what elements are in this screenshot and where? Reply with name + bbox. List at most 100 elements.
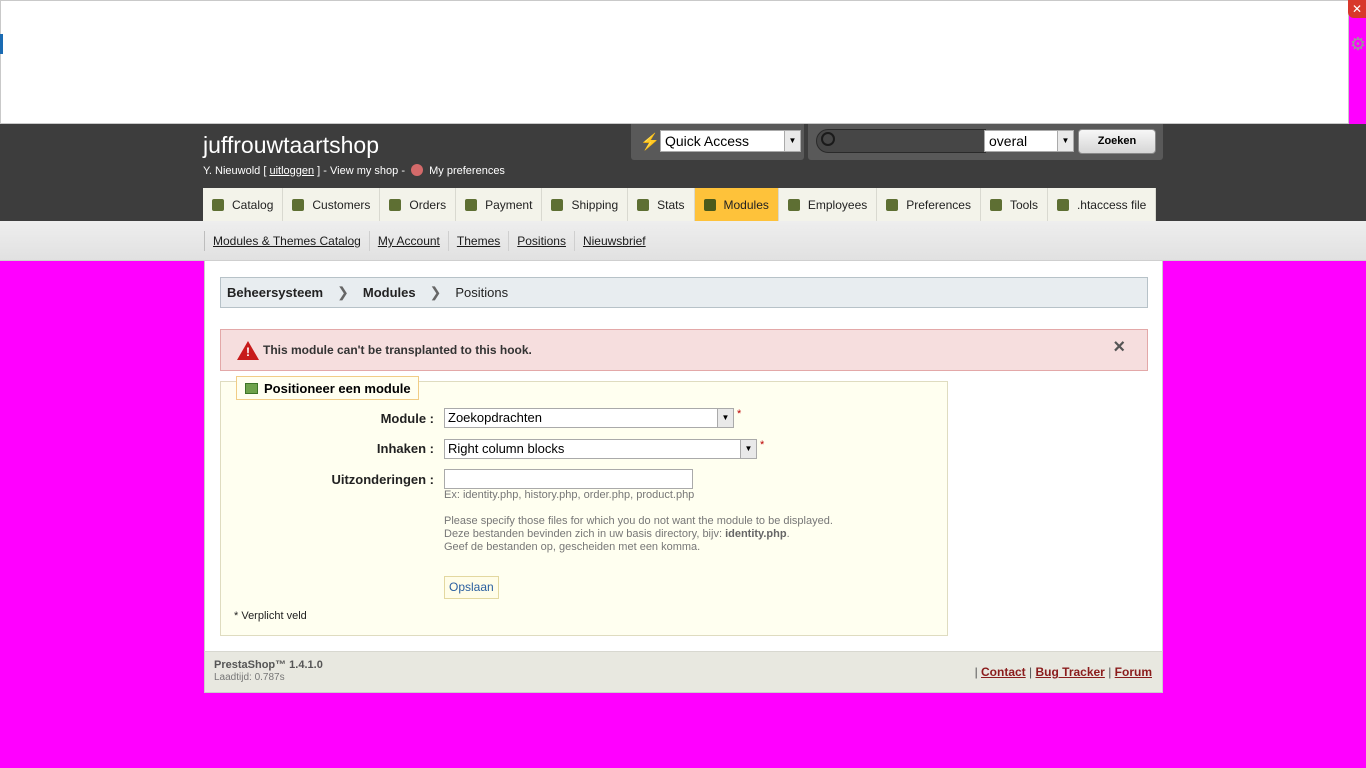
module-select-value: Zoekopdrachten <box>448 410 542 425</box>
truck-icon <box>551 198 564 211</box>
warning-icon <box>237 341 259 360</box>
prestashop-version: PrestaShop™ 1.4.1.0 <box>214 659 323 671</box>
sub-navigation: Modules & Themes Catalog My Account Them… <box>0 221 1366 261</box>
sliders-icon <box>886 198 899 211</box>
module-label: Module : <box>380 411 434 426</box>
alert-message: This module can't be transplanted to thi… <box>263 343 532 357</box>
user-name: Y. Nieuwold <box>203 165 261 177</box>
edge-tab <box>0 34 3 54</box>
help-text-2-main: Deze bestanden bevinden zich in uw basis… <box>444 528 726 540</box>
required-mark: * <box>760 439 765 451</box>
quick-access-value: Quick Access <box>665 133 750 149</box>
chevron-down-icon[interactable]: ▼ <box>717 409 733 427</box>
tab-shipping[interactable]: Shipping <box>542 188 629 221</box>
tab-label: Shipping <box>571 197 619 212</box>
subnav-nieuwsbrief[interactable]: Nieuwsbrief <box>573 231 654 251</box>
subnav-themes[interactable]: Themes <box>447 231 508 251</box>
chevron-right-icon: ❯ <box>337 284 349 300</box>
exceptions-input[interactable] <box>444 469 693 489</box>
help-text-1: Please specify those files for which you… <box>444 515 833 527</box>
tab-catalog[interactable]: Catalog <box>203 188 284 221</box>
forum-link[interactable]: Forum <box>1115 665 1152 679</box>
gear-icon[interactable]: ⚙ <box>1350 34 1366 55</box>
quick-access-panel: ⚡ Quick Access ▼ <box>631 124 804 160</box>
tab-payment[interactable]: Payment <box>456 188 543 221</box>
chevron-down-icon[interactable]: ▼ <box>784 131 800 151</box>
search-input[interactable] <box>816 129 986 153</box>
subnav-positions[interactable]: Positions <box>508 231 574 251</box>
employees-icon <box>787 198 800 211</box>
user-icon <box>411 164 424 176</box>
bug-tracker-link[interactable]: Bug Tracker <box>1035 665 1104 679</box>
tab-htaccess[interactable]: .htaccess file <box>1047 188 1157 221</box>
tab-modules[interactable]: Modules <box>694 188 779 221</box>
subnav-my-account[interactable]: My Account <box>368 231 448 251</box>
search-scope-value: overal <box>989 133 1028 149</box>
tab-tools[interactable]: Tools <box>980 188 1048 221</box>
tab-label: Modules <box>723 197 769 212</box>
load-time: Laadtijd: 0.787s <box>214 672 285 683</box>
tab-stats[interactable]: Stats <box>628 188 695 221</box>
hook-select[interactable]: Right column blocks ▼ <box>444 439 757 459</box>
chevron-down-icon[interactable]: ▼ <box>740 440 756 458</box>
close-icon[interactable]: ✕ <box>1348 0 1366 18</box>
tab-label: Orders <box>409 197 447 212</box>
tab-label: .htaccess file <box>1076 197 1147 212</box>
module-icon <box>245 382 258 394</box>
search-panel: overal ▼ Zoeken <box>808 124 1163 160</box>
search-icon <box>821 132 835 146</box>
search-scope-select[interactable]: overal ▼ <box>984 130 1074 152</box>
catalog-icon <box>212 198 224 211</box>
close-icon[interactable]: × <box>1113 336 1125 359</box>
logout-link[interactable]: uitloggen <box>269 165 314 177</box>
tab-label: Stats <box>657 197 685 212</box>
lightning-icon: ⚡ <box>640 134 660 151</box>
exceptions-example: Ex: identity.php, history.php, order.php… <box>444 489 695 501</box>
help-text-2: Deze bestanden bevinden zich in uw basis… <box>444 528 790 540</box>
tab-label: Employees <box>807 197 868 212</box>
footer: PrestaShop™ 1.4.1.0 Laadtijd: 0.787s | C… <box>204 651 1163 693</box>
tab-label: Tools <box>1009 197 1038 212</box>
module-select[interactable]: Zoekopdrachten ▼ <box>444 408 734 428</box>
tab-label: Preferences <box>906 197 971 212</box>
tab-preferences[interactable]: Preferences <box>877 188 981 221</box>
payment-icon <box>465 198 478 211</box>
puzzle-icon <box>703 198 716 211</box>
help-text-2-bold: identity.php <box>725 528 787 540</box>
cart-icon <box>389 198 402 211</box>
hook-label: Inhaken : <box>376 441 434 456</box>
footer-links: | Contact | Bug Tracker | Forum <box>974 665 1152 679</box>
tab-orders[interactable]: Orders <box>380 188 457 221</box>
search-button[interactable]: Zoeken <box>1078 129 1156 154</box>
chevron-right-icon: ❯ <box>429 284 442 300</box>
file-icon <box>1056 198 1069 211</box>
shop-name: juffrouwtaartshop <box>203 132 380 158</box>
position-module-form: Positioneer een module Module : Zoekopdr… <box>220 376 948 636</box>
chevron-down-icon[interactable]: ▼ <box>1057 131 1073 151</box>
main-tabs: Catalog Customers Orders Payment Shippin… <box>203 188 1157 221</box>
blank-overlay-panel <box>0 0 1349 124</box>
form-legend: Positioneer een module <box>236 376 419 400</box>
subnav-modules-themes-catalog[interactable]: Modules & Themes Catalog <box>204 231 369 251</box>
content-panel: Beheersysteem ❯ Modules ❯ Positions This… <box>204 261 1163 651</box>
save-button[interactable]: Opslaan <box>444 576 499 599</box>
breadcrumb: Beheersysteem ❯ Modules ❯ Positions <box>220 277 1148 308</box>
exceptions-label: Uitzonderingen : <box>331 472 434 487</box>
stats-icon <box>637 198 650 211</box>
help-text-3: Geef de bestanden op, gescheiden met een… <box>444 541 701 553</box>
breadcrumb-root[interactable]: Beheersysteem <box>227 285 323 300</box>
view-shop-link[interactable]: View my shop <box>330 165 398 177</box>
required-mark: * <box>737 408 742 420</box>
preferences-link[interactable]: My preferences <box>429 165 505 177</box>
customers-icon <box>292 198 305 211</box>
tools-icon <box>989 198 1002 211</box>
required-note: * Verplicht veld <box>234 610 307 622</box>
tab-employees[interactable]: Employees <box>778 188 878 221</box>
contact-link[interactable]: Contact <box>981 665 1026 679</box>
form-legend-text: Positioneer een module <box>264 380 411 396</box>
quick-access-select[interactable]: Quick Access ▼ <box>660 130 801 152</box>
tab-label: Payment <box>485 197 533 212</box>
breadcrumb-section[interactable]: Modules <box>363 285 416 300</box>
tab-customers[interactable]: Customers <box>283 188 381 221</box>
error-alert: This module can't be transplanted to thi… <box>220 329 1148 371</box>
